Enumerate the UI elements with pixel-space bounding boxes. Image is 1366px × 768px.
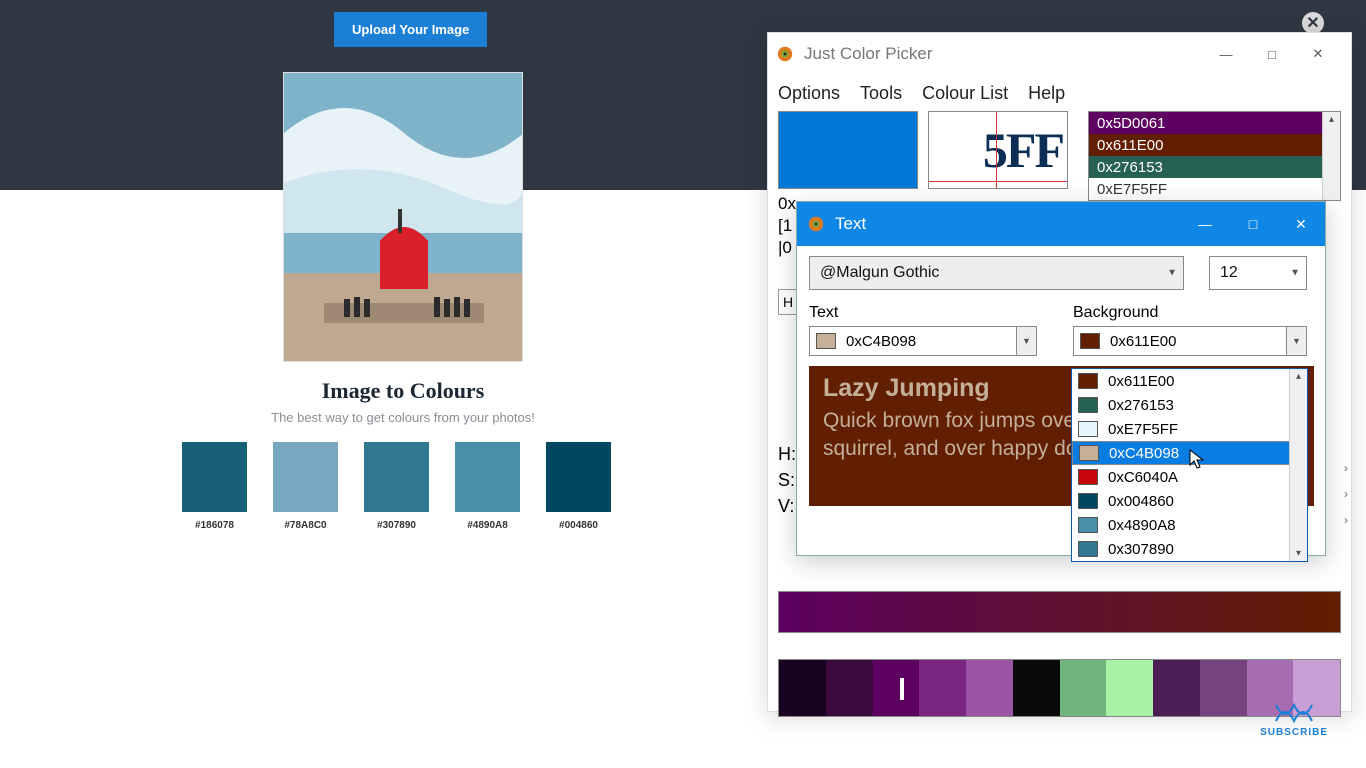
- chevron-down-icon: ▼: [1016, 327, 1036, 355]
- menubar: Options Tools Colour List Help: [768, 75, 1351, 111]
- font-select[interactable]: @Malgun Gothic▼: [809, 256, 1184, 290]
- titlebar[interactable]: Just Color Picker — □ ✕: [768, 33, 1351, 75]
- upload-image-button[interactable]: Upload Your Image: [334, 12, 487, 47]
- page-title: Image to Colours: [0, 378, 806, 404]
- extracted-palette: #186078 #78A8C0 #307890 #4890A8 #004860: [182, 442, 611, 531]
- zoom-preview: 5FF: [928, 111, 1068, 189]
- subscribe-badge[interactable]: SUBSCRIBE: [1260, 701, 1328, 738]
- chevron-right-icon[interactable]: ›: [1344, 513, 1348, 527]
- minimize-button[interactable]: —: [1181, 202, 1229, 246]
- current-colour-swatch[interactable]: [778, 111, 918, 189]
- dropdown-option[interactable]: 0xE7F5FF: [1072, 417, 1307, 441]
- menu-options[interactable]: Options: [778, 83, 840, 104]
- text-colour-label: Text: [809, 304, 838, 322]
- background-colour-select[interactable]: 0x611E00 ▼: [1073, 326, 1307, 356]
- background-colour-label: Background: [1073, 304, 1158, 322]
- chevron-right-icon[interactable]: ›: [1344, 461, 1348, 475]
- close-icon[interactable]: ✕: [1302, 12, 1324, 34]
- colour-list-item[interactable]: 0x5D0061: [1089, 112, 1340, 134]
- app-icon: [807, 215, 825, 233]
- colour-code-readout: 0x [1 |0: [778, 193, 796, 259]
- gradient-bar[interactable]: [778, 591, 1341, 633]
- dropdown-option[interactable]: 0x276153: [1072, 393, 1307, 417]
- colour-swatch-icon: [816, 333, 836, 349]
- chevron-down-icon: ▼: [1290, 268, 1300, 279]
- close-button[interactable]: ✕: [1277, 202, 1325, 246]
- colour-list[interactable]: 0x5D0061 0x611E00 0x276153 0xE7F5FF: [1088, 111, 1341, 201]
- text-colour-select[interactable]: 0xC4B098 ▼: [809, 326, 1037, 356]
- title-text: Just Color Picker: [804, 44, 932, 64]
- dropdown-option[interactable]: 0x4890A8: [1072, 513, 1307, 537]
- palette-swatch[interactable]: #4890A8: [455, 442, 520, 531]
- dropdown-option[interactable]: 0x307890: [1072, 537, 1307, 561]
- dropdown-option[interactable]: 0x611E00: [1072, 369, 1307, 393]
- colour-list-item[interactable]: 0x276153: [1089, 156, 1340, 178]
- chevron-down-icon: ▼: [1167, 268, 1177, 279]
- font-size-select[interactable]: 12▼: [1209, 256, 1307, 290]
- dropdown-option[interactable]: 0x004860: [1072, 489, 1307, 513]
- menu-colour-list[interactable]: Colour List: [922, 83, 1008, 104]
- menu-help[interactable]: Help: [1028, 83, 1065, 104]
- page-subtitle: The best way to get colours from your ph…: [0, 410, 806, 425]
- scrollbar[interactable]: [1289, 369, 1307, 561]
- palette-swatch[interactable]: #186078: [182, 442, 247, 531]
- app-icon: [776, 45, 794, 63]
- hsv-labels: H:S:V:: [778, 441, 796, 519]
- shade-marker: [900, 678, 904, 700]
- maximize-button[interactable]: □: [1229, 202, 1277, 246]
- palette-swatch[interactable]: #004860: [546, 442, 611, 531]
- title-text: Text: [835, 214, 866, 234]
- close-button[interactable]: ✕: [1295, 40, 1341, 68]
- palette-swatch[interactable]: #78A8C0: [273, 442, 338, 531]
- menu-tools[interactable]: Tools: [860, 83, 902, 104]
- minimize-button[interactable]: —: [1203, 40, 1249, 68]
- shade-bar[interactable]: [778, 659, 1341, 717]
- mouse-cursor-icon: [1189, 449, 1207, 471]
- chevron-right-icon[interactable]: ›: [1344, 487, 1348, 501]
- scrollbar[interactable]: [1322, 112, 1340, 200]
- sample-image: [283, 72, 523, 362]
- palette-swatch[interactable]: #307890: [364, 442, 429, 531]
- colour-swatch-icon: [1080, 333, 1100, 349]
- colour-list-item[interactable]: 0x611E00: [1089, 134, 1340, 156]
- maximize-button[interactable]: □: [1249, 40, 1295, 68]
- colour-list-item[interactable]: 0xE7F5FF: [1089, 178, 1340, 200]
- titlebar[interactable]: Text — □ ✕: [797, 202, 1325, 246]
- chevron-down-icon: ▼: [1286, 327, 1306, 355]
